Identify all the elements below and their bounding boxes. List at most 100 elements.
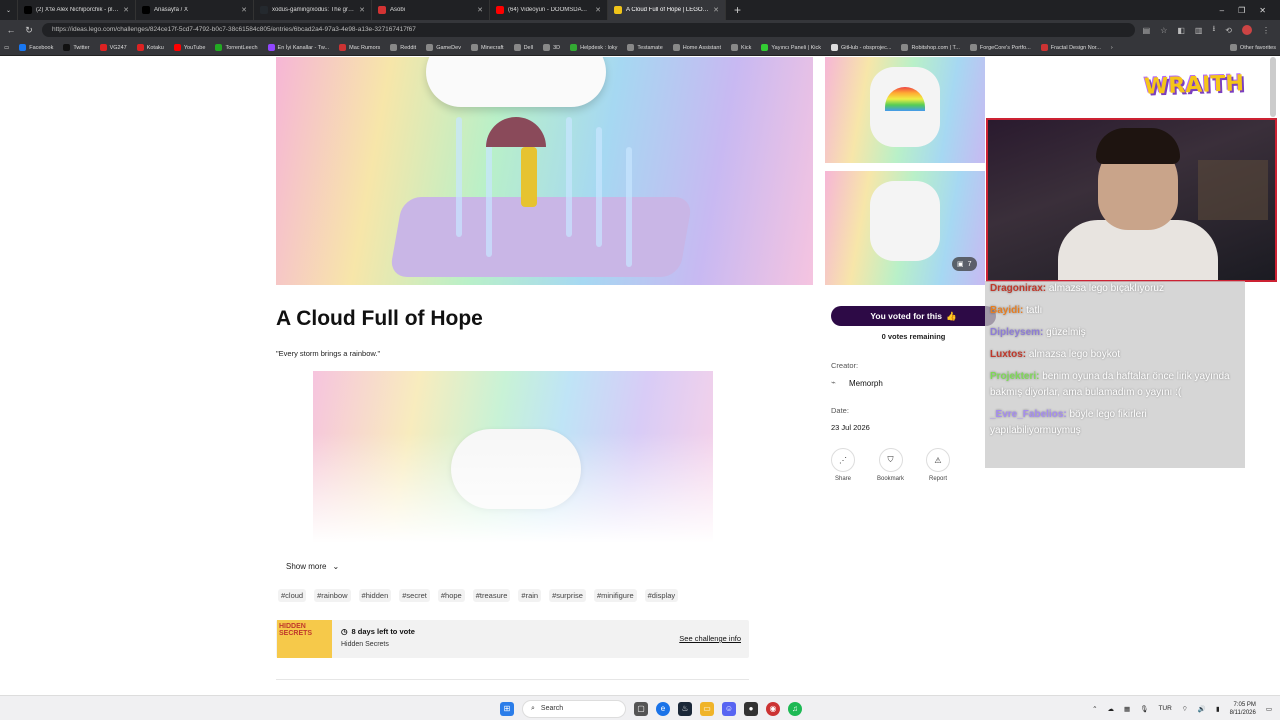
bookmark-label: Kotaku xyxy=(146,44,164,51)
close-tab-icon[interactable]: ✕ xyxy=(713,6,719,14)
challenge-logo[interactable]: HIDDEN SECRETS xyxy=(277,620,332,658)
taskbar-search[interactable]: ⌕ Search xyxy=(522,699,626,718)
bookmark-item[interactable]: Minecraft xyxy=(470,44,504,51)
report-button[interactable]: ⚠ Report xyxy=(926,448,951,482)
star-icon[interactable]: ☆ xyxy=(1160,26,1167,35)
close-window-icon[interactable]: ✕ xyxy=(1259,6,1266,15)
bookmark-item[interactable]: TorrentLeech xyxy=(215,44,258,51)
tag[interactable]: #hidden xyxy=(358,589,392,602)
wifi-icon[interactable]: ⌔ xyxy=(1182,704,1188,713)
tab-list-dropdown[interactable]: ⌄ xyxy=(0,0,18,20)
bookmark-item[interactable]: GitHub - obsprojec... xyxy=(831,44,891,51)
tag[interactable]: #secret xyxy=(399,589,430,602)
tab-5[interactable]: (64) Videoyun - DOOMSDAY'den ✕ xyxy=(490,0,608,20)
creator[interactable]: ⌁ Memorph xyxy=(831,378,996,388)
bookmark-item[interactable]: GameDev xyxy=(426,44,461,51)
bookmark-item[interactable]: Mac Rumors xyxy=(339,44,380,51)
back-icon[interactable]: ← xyxy=(6,25,16,35)
obs-icon[interactable]: ● xyxy=(744,701,758,716)
thumbnail-1[interactable] xyxy=(825,57,985,163)
discord-icon[interactable]: ☺ xyxy=(722,701,736,716)
image-count-badge[interactable]: ▣ 7 xyxy=(952,257,977,271)
tab-2[interactable]: Anasayfa / X ✕ xyxy=(136,0,254,20)
tag[interactable]: #treasure xyxy=(472,589,511,602)
tab-6[interactable]: A Cloud Full of Hope | LEGO® Ide... ✕ xyxy=(608,0,726,20)
show-more-button[interactable]: Show more ⌄ xyxy=(286,562,339,571)
bookmark-item[interactable]: Dell xyxy=(513,44,533,51)
tag[interactable]: #hope xyxy=(437,589,465,602)
tag[interactable]: #cloud xyxy=(278,589,307,602)
volume-icon[interactable]: 🔊 xyxy=(1198,705,1206,713)
extensions-icon[interactable]: ◧ xyxy=(1177,26,1185,35)
main-image[interactable] xyxy=(276,57,813,285)
network-icon[interactable]: ▦ xyxy=(1124,705,1130,713)
share-button[interactable]: ⋰ Share xyxy=(831,448,855,482)
chrome-icon[interactable]: ◉ xyxy=(766,701,780,716)
bookmarks-overflow-icon[interactable]: › xyxy=(1111,45,1113,51)
bookmark-item[interactable]: Helpdesk : loky xyxy=(570,44,617,51)
maximize-icon[interactable]: ❐ xyxy=(1238,6,1245,15)
language-indicator[interactable]: TUR xyxy=(1158,705,1171,712)
bookmark-button[interactable]: ⛉ Bookmark xyxy=(877,448,904,482)
close-tab-icon[interactable]: ✕ xyxy=(123,6,129,14)
new-tab-button[interactable]: + xyxy=(726,3,749,17)
apps-icon[interactable]: ▭ xyxy=(4,45,9,51)
bookmark-item[interactable]: Facebook xyxy=(19,44,53,51)
vote-button[interactable]: You voted for this 👍 xyxy=(831,306,996,326)
challenge-info-link[interactable]: See challenge info xyxy=(679,634,741,643)
tag[interactable]: #rainbow xyxy=(314,589,351,602)
windows-start-icon[interactable]: ⊞ xyxy=(500,701,514,716)
close-tab-icon[interactable]: ✕ xyxy=(241,6,247,14)
bookmark-item[interactable]: Home Assistant xyxy=(672,44,721,51)
bookmark-item[interactable]: Kotaku xyxy=(136,44,164,51)
bookmark-item[interactable]: 3D xyxy=(543,44,560,51)
close-tab-icon[interactable]: ✕ xyxy=(477,6,483,14)
bookmark-label: Fractal Design Nor... xyxy=(1050,44,1101,51)
bookmark-item[interactable]: YouTube xyxy=(173,44,205,51)
minimize-icon[interactable]: – xyxy=(1220,6,1224,15)
battery-icon[interactable]: ▮ xyxy=(1216,705,1220,713)
file-explorer-icon[interactable]: ▭ xyxy=(700,701,714,716)
bookmark-item[interactable]: Reddit xyxy=(390,44,416,51)
tag[interactable]: #rain xyxy=(518,589,542,602)
bookmark-item[interactable]: Twitter xyxy=(63,44,90,51)
page-scrollbar[interactable] xyxy=(1270,57,1276,117)
steam-icon[interactable]: ♨ xyxy=(678,701,692,716)
mic-icon[interactable]: 🎙 xyxy=(1140,705,1148,713)
reader-icon[interactable]: ▤ xyxy=(1143,26,1151,35)
profile-avatar[interactable] xyxy=(1242,25,1252,35)
chat-message: Luxtos: almazsa lego boykot xyxy=(990,347,1240,363)
bookmark-item[interactable]: ForgeCore's Portfo... xyxy=(969,44,1031,51)
sidebar-icon[interactable]: ▥ xyxy=(1195,26,1203,35)
tray-overflow-icon[interactable]: ⌃ xyxy=(1092,705,1097,713)
bookmark-item[interactable]: Testamate xyxy=(627,44,663,51)
bookmark-item[interactable]: Robitshop.com | T... xyxy=(901,44,960,51)
cloud-icon[interactable]: ☁ xyxy=(1108,705,1115,713)
tab-3[interactable]: xodus-gaming/xodus: The great g...✕ xyxy=(254,0,372,20)
history-icon[interactable]: ⟲ xyxy=(1225,26,1232,35)
close-tab-icon[interactable]: ✕ xyxy=(595,6,601,14)
clock[interactable]: 7:05 PM 8/11/2026 xyxy=(1230,701,1256,717)
download-icon[interactable]: ⭳ xyxy=(1212,23,1215,37)
tag[interactable]: #surprise xyxy=(549,589,586,602)
bookmark-item[interactable]: Fractal Design Nor... xyxy=(1040,44,1101,51)
close-tab-icon[interactable]: ✕ xyxy=(359,6,365,14)
task-view-icon[interactable]: ▢ xyxy=(634,701,648,716)
tag[interactable]: #display xyxy=(644,589,679,602)
lego-cloud xyxy=(426,57,606,107)
tab-4[interactable]: Asobi ✕ xyxy=(372,0,490,20)
spotify-icon[interactable]: ♫ xyxy=(788,701,802,716)
tab-1[interactable]: (2) X'te Alex Nichiporchik - play S... ✕ xyxy=(18,0,136,20)
other-favorites[interactable]: Other favorites xyxy=(1229,44,1276,51)
bookmark-item[interactable]: Yayıncı Paneli | Kick xyxy=(761,44,821,51)
tag[interactable]: #minifigure xyxy=(593,589,637,602)
edge-icon[interactable]: e xyxy=(656,701,670,716)
url-field[interactable]: https://ideas.lego.com/challenges/824ce1… xyxy=(42,23,1135,37)
bookmark-item[interactable]: VG247 xyxy=(99,44,127,51)
notification-icon[interactable]: ▭ xyxy=(1266,705,1272,713)
bookmark-item[interactable]: En İyi Kanallar - Tw... xyxy=(267,44,329,51)
bookmark-item[interactable]: Kick xyxy=(730,44,751,51)
bookmark-label: Facebook xyxy=(29,44,54,51)
menu-icon[interactable]: ⋮ xyxy=(1262,26,1270,35)
reload-icon[interactable]: ↻ xyxy=(24,25,34,36)
